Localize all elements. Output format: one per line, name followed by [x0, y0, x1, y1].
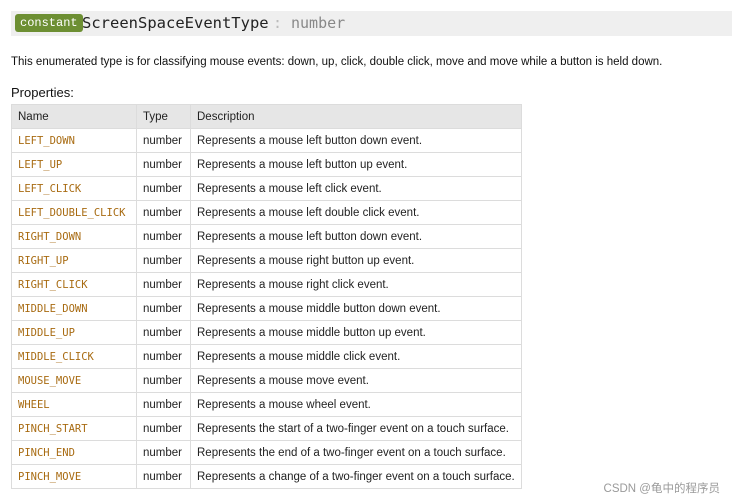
column-header-description: Description: [190, 104, 522, 129]
property-type-cell: number: [136, 176, 191, 201]
property-name-cell: PINCH_MOVE: [11, 464, 137, 489]
property-type-cell: number: [136, 248, 191, 273]
property-name-cell: WHEEL: [11, 392, 137, 417]
property-description-cell: Represents a mouse left button down even…: [190, 128, 522, 153]
property-description-cell: Represents a mouse left click event.: [190, 176, 522, 201]
table-row: MOUSE_MOVE number Represents a mouse move …: [11, 368, 522, 393]
property-name-cell: RIGHT_UP: [11, 248, 137, 273]
property-type-cell: number: [136, 272, 191, 297]
property-type-cell: number: [136, 464, 191, 489]
table-row: LEFT_DOUBLE_CLICK number Represents a mous…: [11, 200, 522, 225]
property-type-cell: number: [136, 296, 191, 321]
property-description-cell: Represents a mouse middle click event.: [190, 344, 522, 369]
property-name-cell: LEFT_DOUBLE_CLICK: [11, 200, 137, 225]
property-type-cell: number: [136, 392, 191, 417]
table-row: MIDDLE_UP number Represents a mouse middle…: [11, 320, 522, 345]
property-type-cell: number: [136, 224, 191, 249]
table-row: RIGHT_DOWN number Represents a mouse left …: [11, 224, 522, 249]
property-description-cell: Represents a mouse middle button down ev…: [190, 296, 522, 321]
properties-table: Name Type Description LEFT_DOWN number Rep…: [11, 104, 522, 489]
property-name-cell: LEFT_CLICK: [11, 176, 137, 201]
property-description-cell: Represents a mouse middle button up even…: [190, 320, 522, 345]
member-type: number: [291, 14, 346, 32]
property-type-cell: number: [136, 128, 191, 153]
column-header-name: Name: [11, 104, 137, 129]
table-row: WHEEL number Represents a mouse wheel even…: [11, 392, 522, 417]
property-name-cell: PINCH_END: [11, 440, 137, 465]
property-type-cell: number: [136, 344, 191, 369]
constant-badge: constant: [15, 14, 83, 32]
table-row: PINCH_MOVE number Represents a change of a…: [11, 464, 522, 489]
table-row: MIDDLE_DOWN number Represents a mouse midd…: [11, 296, 522, 321]
table-row: RIGHT_UP number Represents a mouse right b…: [11, 248, 522, 273]
property-type-cell: number: [136, 440, 191, 465]
property-description-cell: Represents a mouse left double click eve…: [190, 200, 522, 225]
table-row: LEFT_UP number Represents a mouse left but…: [11, 152, 522, 177]
property-type-cell: number: [136, 368, 191, 393]
table-row: LEFT_CLICK number Represents a mouse left …: [11, 176, 522, 201]
table-header-row: Name Type Description: [11, 104, 522, 129]
watermark: CSDN @龟中的程序员: [603, 483, 720, 495]
type-separator: :: [273, 14, 283, 32]
member-name: ScreenSpaceEventType: [82, 14, 269, 32]
property-name-cell: MIDDLE_CLICK: [11, 344, 137, 369]
property-type-cell: number: [136, 320, 191, 345]
table-row: PINCH_START number Represents the start of…: [11, 416, 522, 441]
properties-heading: Properties:: [11, 85, 74, 100]
property-description-cell: Represents a mouse move event.: [190, 368, 522, 393]
property-description-cell: Represents the end of a two-finger event…: [190, 440, 522, 465]
member-signature-bar: constant ScreenSpaceEventType : number: [11, 11, 732, 36]
property-type-cell: number: [136, 152, 191, 177]
property-name-cell: LEFT_DOWN: [11, 128, 137, 153]
table-row: LEFT_DOWN number Represents a mouse left b…: [11, 128, 522, 153]
property-type-cell: number: [136, 200, 191, 225]
property-name-cell: MIDDLE_DOWN: [11, 296, 137, 321]
property-description-cell: Represents a mouse right click event.: [190, 272, 522, 297]
table-row: MIDDLE_CLICK number Represents a mouse mid…: [11, 344, 522, 369]
property-name-cell: PINCH_START: [11, 416, 137, 441]
property-name-cell: MOUSE_MOVE: [11, 368, 137, 393]
property-description-cell: Represents a mouse right button up event…: [190, 248, 522, 273]
table-row: PINCH_END number Represents the end of a t…: [11, 440, 522, 465]
property-type-cell: number: [136, 416, 191, 441]
table-row: RIGHT_CLICK number Represents a mouse righ…: [11, 272, 522, 297]
member-description: This enumerated type is for classifying …: [11, 56, 663, 68]
property-name-cell: RIGHT_CLICK: [11, 272, 137, 297]
property-name-cell: MIDDLE_UP: [11, 320, 137, 345]
property-description-cell: Represents a mouse left button down even…: [190, 224, 522, 249]
property-description-cell: Represents the start of a two-finger eve…: [190, 416, 522, 441]
property-description-cell: Represents a mouse left button up event.: [190, 152, 522, 177]
column-header-type: Type: [136, 104, 191, 129]
property-name-cell: LEFT_UP: [11, 152, 137, 177]
property-description-cell: Represents a change of a two-finger even…: [190, 464, 522, 489]
property-description-cell: Represents a mouse wheel event.: [190, 392, 522, 417]
property-name-cell: RIGHT_DOWN: [11, 224, 137, 249]
